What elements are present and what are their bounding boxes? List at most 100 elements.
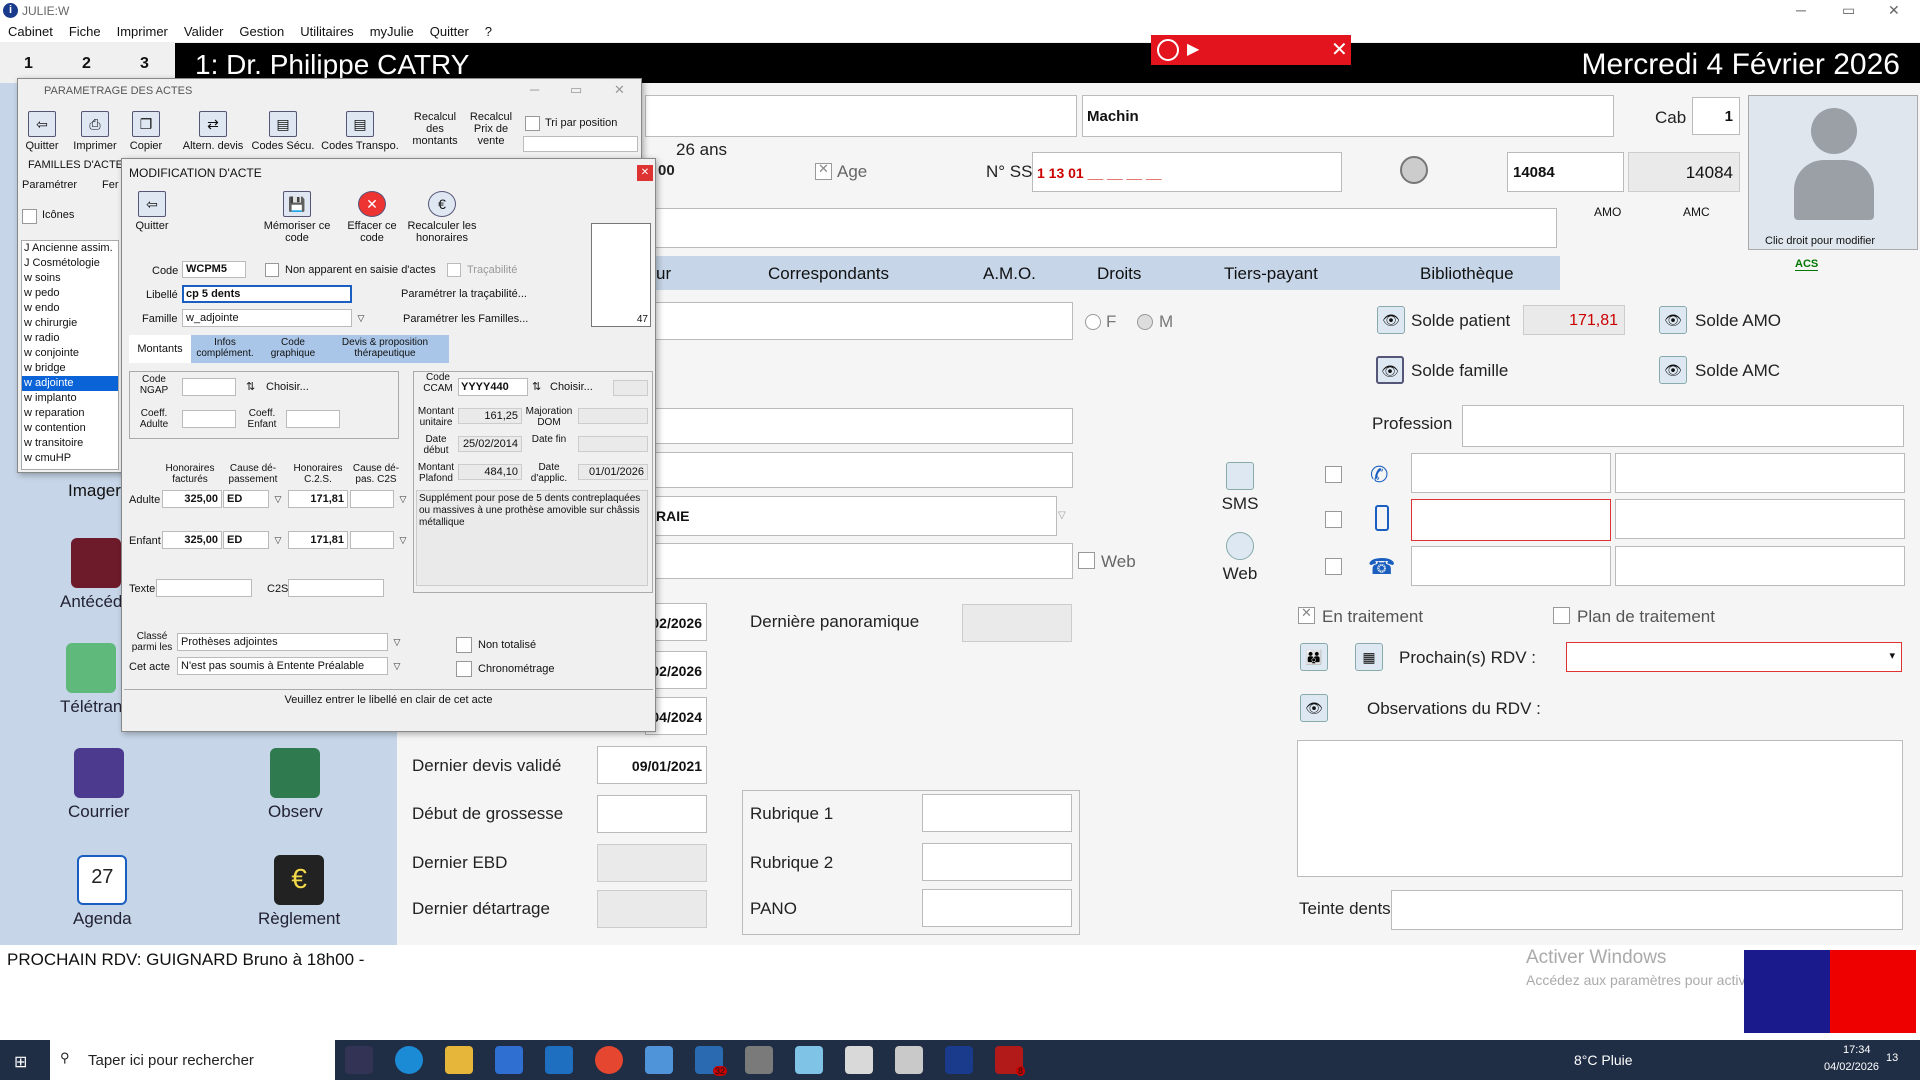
web-checkbox[interactable] (1078, 552, 1095, 569)
tab-tiers-payant[interactable]: Tiers-payant (1224, 264, 1318, 284)
memoriser-button[interactable]: 💾 Mémoriser ce code (262, 191, 332, 244)
list-item[interactable]: w contention (22, 421, 118, 436)
chronometrage-checkbox[interactable] (456, 661, 472, 677)
fax-field[interactable] (1411, 546, 1611, 586)
mobile-field[interactable] (1411, 499, 1611, 541)
recalculer-button[interactable]: € Recalculer les honoraires (402, 191, 482, 244)
sidebar-courrier[interactable]: Courrier (68, 748, 129, 822)
ccam-choisir-button[interactable]: Choisir... (550, 381, 593, 393)
vitale-icon[interactable] (1400, 156, 1428, 184)
en-traitement-checkbox[interactable]: ✕ (1298, 605, 1315, 624)
grossesse-field[interactable] (597, 795, 707, 833)
windows-start-icon[interactable]: ⊞ (14, 1052, 27, 1072)
phone-note-field[interactable] (1615, 453, 1905, 493)
enfant-honoraires-field[interactable]: 325,00 (162, 531, 222, 549)
tab-montants[interactable]: Montants (129, 335, 191, 363)
menu-quitter[interactable]: Quitter (422, 22, 477, 41)
app-icon[interactable] (845, 1046, 873, 1074)
radio-m[interactable] (1137, 314, 1153, 330)
effacer-button[interactable]: ✕ Effacer ce code (342, 191, 402, 244)
eye-icon[interactable]: 👁 (1300, 694, 1328, 722)
menu-myjulie[interactable]: myJulie (362, 22, 422, 41)
list-item[interactable]: w transitoire (22, 436, 118, 451)
profession-field[interactable] (1462, 405, 1904, 447)
parametrer-button[interactable]: Paramétrer (22, 179, 77, 191)
non-totalise-checkbox[interactable] (456, 637, 472, 653)
param-codes-transpo-button[interactable]: ▤ Codes Transpo. (320, 111, 400, 152)
chrome-icon[interactable] (595, 1046, 623, 1074)
web-button[interactable]: Web (1218, 532, 1262, 584)
enfant-cause-select[interactable]: ED (223, 531, 269, 549)
tracabilite-checkbox[interactable] (447, 263, 461, 277)
list-item[interactable]: w endo (22, 301, 118, 316)
rubrique2-field[interactable] (922, 843, 1072, 881)
chevron-down-icon[interactable]: ▽ (396, 533, 410, 547)
coef-enfant-field[interactable] (286, 410, 340, 428)
birthname-field[interactable] (645, 302, 1073, 340)
chevron-down-icon[interactable]: ▽ (271, 533, 285, 547)
sidebar-observ[interactable]: Observ (268, 748, 323, 822)
non-apparent-checkbox[interactable] (265, 263, 279, 277)
plan-traitement-checkbox[interactable] (1553, 607, 1570, 624)
chevron-down-icon[interactable]: ▽ (390, 635, 404, 649)
fax-checkbox[interactable] (1325, 558, 1342, 575)
patient-photo[interactable]: Clic droit pour modifier (1748, 95, 1918, 250)
modif-quitter-button[interactable]: ⇦ Quitter (132, 191, 172, 232)
app-icon[interactable] (795, 1046, 823, 1074)
ngap-field[interactable] (182, 378, 236, 396)
chevron-down-icon[interactable]: ▽ (1058, 510, 1066, 521)
menu-valider[interactable]: Valider (176, 22, 232, 41)
cab-field[interactable]: 1 (1692, 97, 1740, 135)
maximize-button[interactable]: ▭ (570, 82, 582, 98)
recording-close-button[interactable]: ✕ (1331, 37, 1348, 62)
eye-icon[interactable]: 👁 (1376, 356, 1404, 384)
list-item[interactable]: w conjointe (22, 346, 118, 361)
coef-adulte-field[interactable] (182, 410, 236, 428)
chevron-down-icon[interactable]: ▽ (271, 492, 285, 506)
adulte-c2s-field[interactable]: 171,81 (288, 490, 348, 508)
radio-f[interactable] (1085, 314, 1101, 330)
adulte-cause-c2s-select[interactable] (350, 490, 394, 508)
phone-field[interactable] (1411, 453, 1611, 493)
observations-textarea[interactable] (1297, 740, 1903, 877)
cet-acte-select[interactable]: N'est pas soumis à Entente Préalable (177, 657, 388, 675)
menu-help[interactable]: ? (477, 22, 500, 41)
classe-select[interactable]: Prothèses adjointes (177, 633, 388, 651)
param-familles-link[interactable]: Paramétrer les Familles... (403, 313, 528, 325)
mobile-checkbox[interactable] (1325, 511, 1342, 528)
list-item[interactable]: w soins (22, 271, 118, 286)
form-field-a[interactable] (645, 408, 1073, 444)
list-item[interactable]: J Cosmétologie (22, 256, 118, 271)
firstname-field[interactable]: Machin (1082, 95, 1614, 137)
close-button[interactable]: ✕ (1888, 2, 1900, 19)
famille-select[interactable]: w_adjointe (182, 309, 352, 327)
texte-field[interactable] (156, 579, 252, 597)
param-imprimer-button[interactable]: ⎙ Imprimer (70, 111, 120, 152)
eye-icon[interactable]: 👁 (1659, 306, 1687, 334)
param-copier-button[interactable]: ❐ Copier (126, 111, 166, 152)
store-icon[interactable] (495, 1046, 523, 1074)
recalcul-montants-button[interactable]: Recalcul des montants (410, 111, 460, 147)
recalcul-prix-button[interactable]: Recalcul Prix de vente (466, 111, 516, 147)
email-field[interactable] (645, 543, 1073, 579)
icones-checkbox[interactable] (22, 209, 37, 224)
sidebar-imagerie[interactable]: Imageri (68, 481, 125, 501)
sidebar-teletrans[interactable]: Télétran (60, 643, 122, 717)
param-codes-secu-button[interactable]: ▤ Codes Sécu. (250, 111, 316, 152)
play-icon[interactable]: ▶ (1187, 39, 1199, 59)
list-item[interactable]: w implanto (22, 391, 118, 406)
rubrique1-field[interactable] (922, 794, 1072, 832)
form-field-b[interactable] (645, 452, 1073, 488)
chevron-down-icon[interactable]: ▽ (396, 492, 410, 506)
acs-badge[interactable]: ACS (1795, 258, 1819, 271)
family-icon[interactable]: 👪 (1300, 643, 1328, 671)
edge-icon[interactable] (395, 1046, 423, 1074)
ccam-field[interactable]: YYYY440 (458, 378, 528, 396)
app-icon[interactable] (745, 1046, 773, 1074)
sidebar-reglement[interactable]: € Règlement (258, 855, 340, 929)
tab-correspondants[interactable]: Correspondants (768, 264, 889, 284)
address-field[interactable] (645, 208, 1557, 248)
param-quitter-button[interactable]: ⇦ Quitter (22, 111, 62, 152)
menu-fiche[interactable]: Fiche (61, 22, 109, 41)
calendar-icon[interactable]: ▦ (1355, 643, 1383, 671)
